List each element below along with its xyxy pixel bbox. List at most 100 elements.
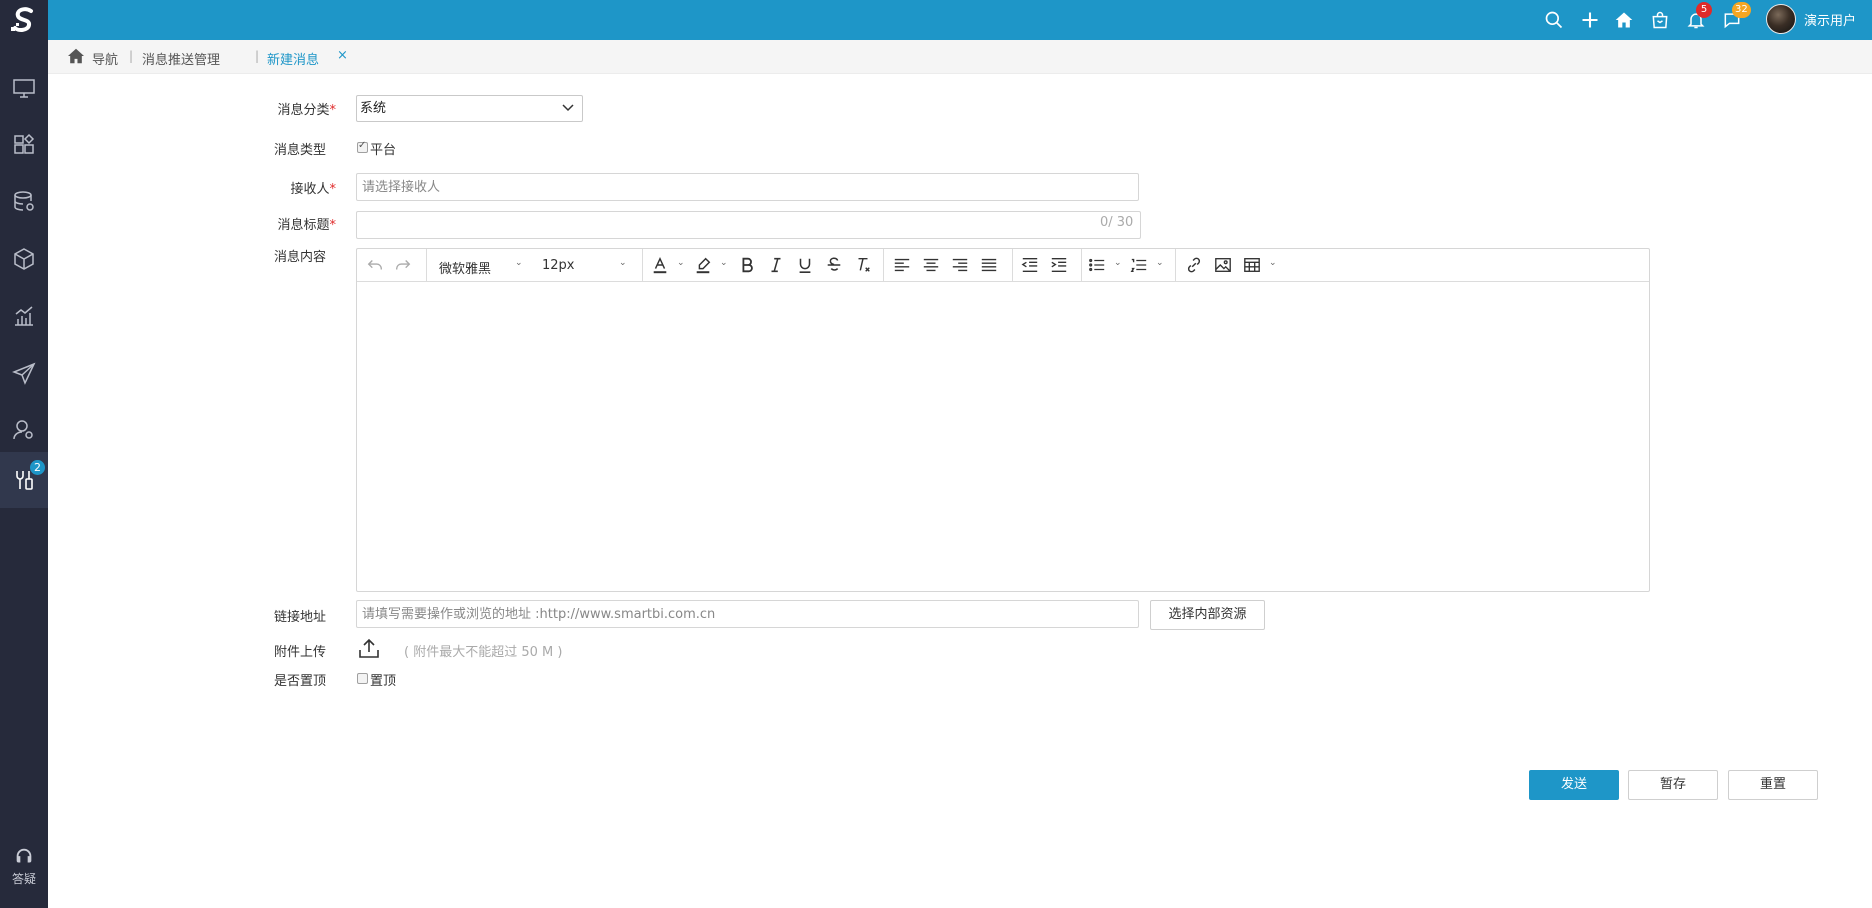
underline-icon — [799, 258, 811, 273]
content-editor: 微软雅黑 ⌄ 12px ⌄ ⌄ ⌄ ⌄ ⌄ ⌄ — [356, 248, 1650, 592]
smartbi-logo[interactable] — [0, 0, 48, 40]
insert-table-button[interactable] — [1243, 255, 1261, 275]
toolbar-divider — [883, 249, 884, 282]
headset-icon — [16, 848, 32, 863]
sidebar-item-system[interactable]: 2 — [0, 452, 48, 508]
recipient-input[interactable] — [356, 173, 1139, 201]
breadcrumb-separator: | — [255, 49, 260, 63]
image-icon — [1215, 258, 1231, 272]
link-url-input[interactable] — [356, 600, 1139, 628]
save-draft-button[interactable]: 暂存 — [1628, 770, 1718, 800]
user-name[interactable]: 演示用户 — [1804, 10, 1856, 29]
italic-button[interactable] — [767, 255, 785, 275]
highlight-button[interactable] — [694, 255, 712, 275]
editor-toolbar: 微软雅黑 ⌄ 12px ⌄ ⌄ ⌄ ⌄ ⌄ ⌄ — [357, 249, 1649, 282]
sidebar: 2 答疑 — [0, 0, 48, 908]
font-size-select[interactable]: 12px — [542, 258, 575, 273]
bullet-list-button[interactable] — [1088, 255, 1106, 275]
chevron-down-icon[interactable]: ⌄ — [677, 258, 685, 268]
breadcrumb-current-tab[interactable]: 新建消息 — [267, 49, 319, 68]
recipient-label: 接收人* — [290, 182, 336, 197]
undo-button[interactable] — [366, 255, 384, 275]
chevron-down-icon[interactable]: ⌄ — [1156, 258, 1164, 268]
add-button[interactable] — [1578, 8, 1602, 32]
align-right-button[interactable] — [951, 255, 969, 275]
database-icon — [14, 191, 34, 211]
send-icon — [12, 362, 36, 385]
chevron-down-icon[interactable]: ⌄ — [1114, 258, 1122, 268]
chevron-down-icon[interactable]: ⌄ — [720, 258, 728, 268]
grid-apps-icon — [14, 133, 35, 154]
chevron-down-icon[interactable]: ⌄ — [619, 258, 627, 268]
title-char-counter: 0/ 30 — [1100, 215, 1134, 230]
numbered-list-button[interactable] — [1130, 255, 1148, 275]
indent-button[interactable] — [1050, 255, 1068, 275]
align-left-button[interactable] — [893, 255, 911, 275]
redo-icon — [396, 260, 411, 270]
indent-icon — [1051, 258, 1067, 272]
title-input[interactable] — [356, 211, 1141, 239]
chevron-down-icon[interactable]: ⌄ — [1269, 258, 1277, 268]
store-button[interactable] — [1648, 8, 1672, 32]
platform-option-label: 平台 — [370, 143, 397, 158]
sidebar-item-data[interactable] — [0, 174, 48, 230]
bullet-list-icon — [1089, 258, 1105, 272]
send-button[interactable]: 发送 — [1529, 770, 1619, 800]
outdent-button[interactable] — [1021, 255, 1039, 275]
sidebar-item-publish[interactable] — [0, 345, 48, 401]
home-icon[interactable] — [67, 48, 85, 64]
editor-content-area[interactable] — [357, 283, 1649, 591]
toolbar-divider — [426, 249, 427, 282]
align-left-icon — [894, 258, 910, 272]
strikethrough-button[interactable] — [825, 255, 843, 275]
align-right-icon — [952, 258, 968, 272]
search-button[interactable] — [1542, 8, 1566, 32]
redo-button[interactable] — [394, 255, 412, 275]
avatar[interactable] — [1766, 4, 1796, 34]
category-select[interactable]: 系统 — [356, 95, 583, 122]
outdent-icon — [1021, 258, 1038, 272]
reset-button[interactable]: 重置 — [1728, 770, 1818, 800]
insert-link-button[interactable] — [1185, 255, 1203, 275]
upload-icon[interactable] — [357, 637, 381, 661]
clear-format-button[interactable] — [854, 255, 872, 275]
align-center-button[interactable] — [922, 255, 940, 275]
type-label: 消息类型 — [274, 143, 327, 158]
align-justify-button[interactable] — [980, 255, 998, 275]
bold-button[interactable] — [738, 255, 756, 275]
toolbar-divider — [1175, 249, 1176, 282]
home-button[interactable] — [1612, 8, 1636, 32]
notifications-button[interactable]: 5 — [1684, 2, 1712, 32]
breadcrumb-home[interactable]: 导航 — [92, 49, 118, 68]
undo-icon — [367, 260, 382, 270]
toolbar-divider — [1081, 249, 1082, 282]
pin-checkbox[interactable] — [357, 673, 368, 684]
sidebar-item-users[interactable] — [0, 402, 48, 458]
link-label: 链接地址 — [274, 610, 327, 625]
align-justify-icon — [981, 258, 997, 272]
top-bar: 5 32 演示用户 — [48, 0, 1872, 40]
help-button[interactable]: 答疑 — [0, 842, 48, 898]
messages-button[interactable]: 32 — [1720, 2, 1751, 32]
sidebar-item-model[interactable] — [0, 231, 48, 287]
select-internal-resource-button[interactable]: 选择内部资源 — [1150, 600, 1265, 630]
font-color-icon — [653, 256, 667, 274]
font-color-button[interactable] — [651, 255, 669, 275]
breadcrumb-parent[interactable]: 消息推送管理 — [142, 49, 220, 68]
close-tab-icon[interactable]: × — [337, 48, 348, 63]
plus-icon — [1582, 12, 1598, 28]
breadcrumb-separator: | — [129, 49, 134, 63]
sidebar-item-desktop[interactable] — [0, 60, 48, 116]
attachment-label: 附件上传 — [274, 645, 327, 660]
sidebar-item-apps[interactable] — [0, 117, 48, 173]
platform-checkbox[interactable] — [357, 140, 368, 153]
chevron-down-icon[interactable]: ⌄ — [515, 258, 523, 268]
monitor-icon — [13, 79, 35, 98]
sidebar-item-analysis[interactable] — [0, 288, 48, 344]
insert-image-button[interactable] — [1214, 255, 1232, 275]
underline-button[interactable] — [796, 255, 814, 275]
font-family-select[interactable]: 微软雅黑 — [439, 258, 491, 277]
search-icon — [1545, 11, 1563, 29]
numbered-list-icon — [1130, 258, 1147, 272]
category-value: 系统 — [360, 101, 387, 116]
